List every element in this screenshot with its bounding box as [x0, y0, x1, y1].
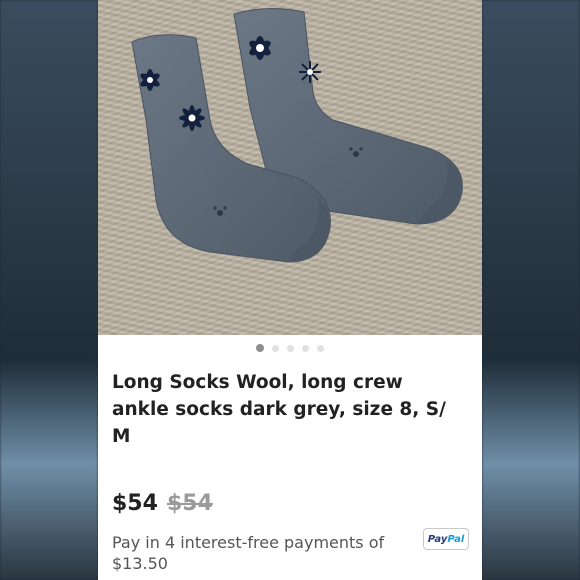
- paypal-logo-part1: Pay: [427, 533, 448, 545]
- snowflake-icon: [179, 105, 205, 131]
- current-price: $54: [112, 491, 158, 516]
- image-carousel-indicator[interactable]: [98, 343, 482, 353]
- carousel-dot[interactable]: [302, 344, 309, 352]
- carousel-dot[interactable]: [287, 344, 294, 352]
- paypal-logo: Pay Pal: [423, 528, 469, 550]
- snowflake-icon: [299, 61, 321, 83]
- price-row: $54 $54: [112, 491, 213, 516]
- installment-payment-text: Pay in 4 interest-free payments of $13.5…: [112, 533, 385, 573]
- blurred-background-left: [0, 0, 98, 580]
- paypal-logo-part2: Pal: [447, 533, 465, 545]
- listing-title: Long Socks Wool, long crew ankle socks d…: [112, 372, 446, 447]
- carousel-dot[interactable]: [317, 344, 324, 352]
- carousel-dot[interactable]: [272, 344, 279, 352]
- blurred-background-right: [482, 0, 580, 580]
- product-card[interactable]: Long Socks Wool, long crew ankle socks d…: [98, 0, 482, 580]
- product-photo[interactable]: [98, 0, 482, 335]
- carousel-dot[interactable]: [256, 344, 264, 352]
- original-price: $54: [166, 491, 213, 516]
